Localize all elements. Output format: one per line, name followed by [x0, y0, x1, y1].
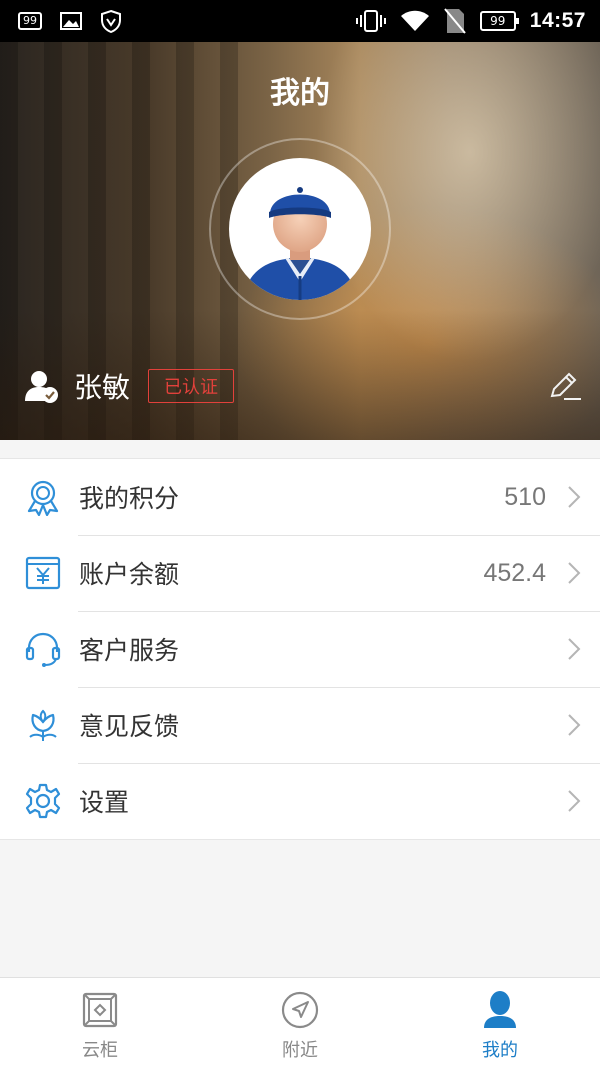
menu-item-label: 意见反馈	[79, 712, 180, 741]
menu-item-label: 账户余额	[79, 560, 180, 589]
bottom-nav: 云柜 附近 我的	[0, 977, 600, 1067]
chevron-right-icon	[568, 562, 581, 584]
notification-count-icon: 99	[18, 12, 42, 30]
avatar-person-icon	[243, 187, 357, 300]
verified-user-icon	[25, 371, 58, 403]
page-title: 我的	[270, 76, 330, 111]
nav-tab-cloud-locker[interactable]: 云柜	[0, 978, 200, 1067]
flower-feedback-icon	[29, 709, 57, 741]
balance-value: 452.4	[483, 558, 546, 587]
chevron-right-icon	[568, 790, 581, 812]
award-medal-icon	[27, 480, 59, 516]
gear-icon	[25, 783, 61, 819]
verified-badge: 已认证	[148, 369, 235, 403]
shield-icon	[101, 9, 121, 33]
chevron-right-icon	[568, 486, 581, 508]
no-sim-icon	[444, 8, 466, 34]
chevron-right-icon	[568, 714, 581, 736]
menu-item-customer-service[interactable]: 客户服务	[0, 611, 600, 687]
image-icon	[60, 12, 82, 30]
profile-header: 我的 张敏 已认证	[0, 42, 600, 440]
points-value: 510	[504, 482, 546, 511]
menu-item-label: 我的积分	[79, 484, 180, 513]
nav-label: 我的	[482, 1040, 518, 1061]
menu-item-label: 设置	[79, 788, 130, 817]
edit-icon[interactable]	[548, 368, 582, 402]
person-icon	[484, 991, 516, 1028]
nav-label: 云柜	[82, 1040, 118, 1061]
user-info-row: 张敏 已认证	[24, 364, 235, 408]
battery-icon: 99	[479, 11, 519, 31]
status-time: 14:57	[529, 9, 586, 32]
status-bar: 99 99 14:57	[0, 0, 600, 42]
menu-list: 我的积分 510 账户余额 452.4 客户服务 意见反馈 设置	[0, 458, 600, 840]
locker-box-icon	[82, 992, 118, 1028]
menu-item-label: 客户服务	[79, 636, 180, 665]
avatar[interactable]	[229, 158, 371, 300]
nav-tab-mine[interactable]: 我的	[400, 978, 600, 1067]
navigation-arrow-icon	[281, 991, 319, 1029]
menu-item-points[interactable]: 我的积分 510	[0, 459, 600, 535]
menu-item-balance[interactable]: 账户余额 452.4	[0, 535, 600, 611]
chevron-right-icon	[568, 638, 581, 660]
yuan-wallet-icon	[25, 556, 61, 590]
vibrate-icon	[355, 10, 386, 32]
nav-label: 附近	[282, 1040, 318, 1061]
nav-tab-nearby[interactable]: 附近	[200, 978, 400, 1067]
user-name: 张敏	[74, 371, 131, 404]
menu-item-settings[interactable]: 设置	[0, 763, 600, 839]
wifi-icon	[400, 10, 429, 31]
headset-icon	[25, 632, 61, 667]
menu-item-feedback[interactable]: 意见反馈	[0, 687, 600, 763]
